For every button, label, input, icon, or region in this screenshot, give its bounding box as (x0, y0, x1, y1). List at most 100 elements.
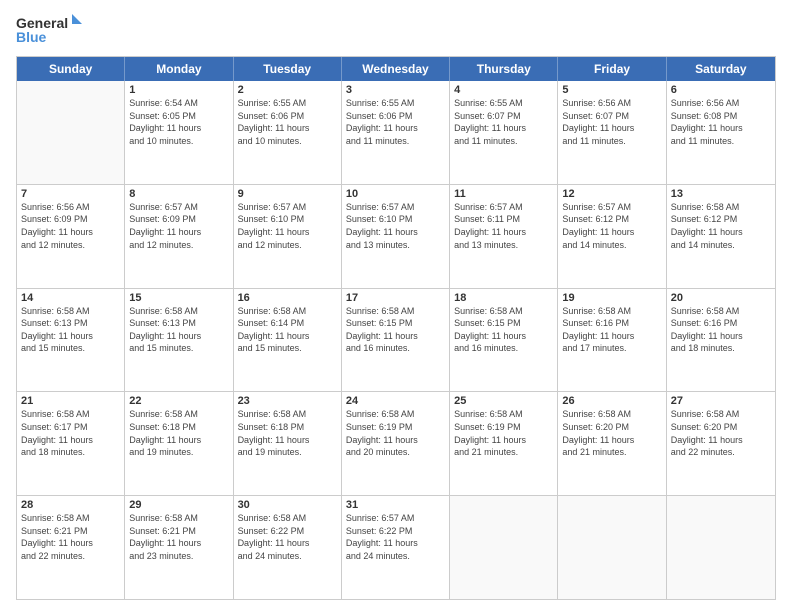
cell-info-line: Sunset: 6:12 PM (562, 213, 661, 226)
cell-info-line: Sunrise: 6:54 AM (129, 97, 228, 110)
cell-info-line: Daylight: 11 hours (21, 330, 120, 343)
day-number: 23 (238, 395, 337, 407)
calendar-cell: 28Sunrise: 6:58 AMSunset: 6:21 PMDayligh… (17, 496, 125, 599)
cell-info-line: and 22 minutes. (671, 446, 771, 459)
cell-info-line: Sunset: 6:21 PM (129, 525, 228, 538)
day-number: 10 (346, 188, 445, 200)
calendar-cell: 27Sunrise: 6:58 AMSunset: 6:20 PMDayligh… (667, 392, 775, 495)
calendar-cell: 12Sunrise: 6:57 AMSunset: 6:12 PMDayligh… (558, 185, 666, 288)
cell-info-line: Sunset: 6:18 PM (238, 421, 337, 434)
cell-info-line: Sunset: 6:19 PM (346, 421, 445, 434)
cell-info-line: Sunset: 6:15 PM (454, 317, 553, 330)
cell-info-line: Sunrise: 6:57 AM (129, 201, 228, 214)
calendar-cell: 29Sunrise: 6:58 AMSunset: 6:21 PMDayligh… (125, 496, 233, 599)
calendar-cell: 25Sunrise: 6:58 AMSunset: 6:19 PMDayligh… (450, 392, 558, 495)
cell-info-line: Sunrise: 6:55 AM (454, 97, 553, 110)
calendar-cell (558, 496, 666, 599)
calendar-cell (667, 496, 775, 599)
day-number: 22 (129, 395, 228, 407)
day-number: 12 (562, 188, 661, 200)
cell-info-line: Daylight: 11 hours (671, 226, 771, 239)
cell-info-line: Sunrise: 6:55 AM (238, 97, 337, 110)
cell-info-line: and 11 minutes. (346, 135, 445, 148)
cell-info-line: and 12 minutes. (129, 239, 228, 252)
day-number: 14 (21, 292, 120, 304)
calendar-cell: 23Sunrise: 6:58 AMSunset: 6:18 PMDayligh… (234, 392, 342, 495)
day-number: 27 (671, 395, 771, 407)
cell-info-line: Sunset: 6:17 PM (21, 421, 120, 434)
day-number: 6 (671, 84, 771, 96)
cell-info-line: and 13 minutes. (346, 239, 445, 252)
cell-info-line: Daylight: 11 hours (562, 330, 661, 343)
cell-info-line: Sunrise: 6:58 AM (21, 305, 120, 318)
header-day-sunday: Sunday (17, 57, 125, 81)
cell-info-line: Daylight: 11 hours (562, 434, 661, 447)
calendar-row-4: 21 Sunrise: 6:58 AM Sunset: 6:17 PM Dayligh… (17, 392, 775, 496)
cell-info-line: Daylight: 11 hours (671, 434, 771, 447)
cell-info-line: Daylight: 11 hours (238, 330, 337, 343)
day-number: 21 (21, 395, 120, 407)
cell-info-line: and 13 minutes. (454, 239, 553, 252)
cell-info-line: and 11 minutes. (562, 135, 661, 148)
cell-info-line: Sunset: 6:10 PM (346, 213, 445, 226)
cell-info-line: Sunrise: 6:57 AM (562, 201, 661, 214)
cell-info-line: Daylight: 11 hours (562, 226, 661, 239)
cell-info-line: and 21 minutes. (454, 446, 553, 459)
day-number: 9 (238, 188, 337, 200)
cell-info-line: Sunset: 6:18 PM (129, 421, 228, 434)
cell-info-line: and 21 minutes. (562, 446, 661, 459)
day-number: 24 (346, 395, 445, 407)
calendar-cell: 10Sunrise: 6:57 AMSunset: 6:10 PMDayligh… (342, 185, 450, 288)
cell-info-line: Daylight: 11 hours (129, 434, 228, 447)
cell-info-line: Sunset: 6:15 PM (346, 317, 445, 330)
cell-info-line: Sunrise: 6:58 AM (21, 512, 120, 525)
cell-info-line: Sunrise: 6:58 AM (454, 408, 553, 421)
cell-info-line: Daylight: 11 hours (21, 537, 120, 550)
calendar-row-2: 7Sunrise: 6:56 AMSunset: 6:09 PMDaylight… (17, 185, 775, 289)
cell-info-line: Sunrise: 6:58 AM (562, 305, 661, 318)
cell-info-line: Sunset: 6:16 PM (562, 317, 661, 330)
cell-info-line: Sunrise: 6:58 AM (671, 201, 771, 214)
cell-info-line: and 15 minutes. (129, 342, 228, 355)
cell-info-line: Daylight: 11 hours (238, 434, 337, 447)
cell-info-line: Sunrise: 6:58 AM (129, 408, 228, 421)
cell-info-line: Sunrise: 6:58 AM (562, 408, 661, 421)
cell-info-line: Daylight: 11 hours (454, 330, 553, 343)
cell-info-line: and 14 minutes. (562, 239, 661, 252)
cell-info-line: and 24 minutes. (238, 550, 337, 563)
day-number: 2 (238, 84, 337, 96)
cell-info-line: Sunrise: 6:56 AM (562, 97, 661, 110)
day-number: 13 (671, 188, 771, 200)
cell-info-line: Sunset: 6:07 PM (562, 110, 661, 123)
cell-info-line: Sunrise: 6:58 AM (346, 305, 445, 318)
calendar-cell: 9Sunrise: 6:57 AMSunset: 6:10 PMDaylight… (234, 185, 342, 288)
day-number: 8 (129, 188, 228, 200)
cell-info-line: Sunset: 6:16 PM (671, 317, 771, 330)
cell-info-line: Sunset: 6:14 PM (238, 317, 337, 330)
header-day-wednesday: Wednesday (342, 57, 450, 81)
calendar-row-1: 1Sunrise: 6:54 AMSunset: 6:05 PMDaylight… (17, 81, 775, 185)
calendar-body: 1Sunrise: 6:54 AMSunset: 6:05 PMDaylight… (17, 81, 775, 599)
calendar-cell: 20Sunrise: 6:58 AMSunset: 6:16 PMDayligh… (667, 289, 775, 392)
cell-info-line: Sunset: 6:09 PM (21, 213, 120, 226)
cell-info-line: Daylight: 11 hours (238, 122, 337, 135)
calendar-cell (450, 496, 558, 599)
cell-info-line: and 11 minutes. (671, 135, 771, 148)
cell-info-line: Sunset: 6:19 PM (454, 421, 553, 434)
svg-text:Blue: Blue (16, 29, 47, 45)
day-number: 20 (671, 292, 771, 304)
calendar-cell: 30Sunrise: 6:58 AMSunset: 6:22 PMDayligh… (234, 496, 342, 599)
cell-info-line: Sunset: 6:09 PM (129, 213, 228, 226)
header-day-tuesday: Tuesday (234, 57, 342, 81)
cell-info-line: and 12 minutes. (238, 239, 337, 252)
cell-info-line: Daylight: 11 hours (129, 226, 228, 239)
day-number: 17 (346, 292, 445, 304)
calendar-cell: 2Sunrise: 6:55 AMSunset: 6:06 PMDaylight… (234, 81, 342, 184)
cell-info-line: Sunrise: 6:58 AM (129, 305, 228, 318)
cell-info-line: Daylight: 11 hours (129, 537, 228, 550)
cell-info-line: Daylight: 11 hours (454, 226, 553, 239)
cell-info-line: and 20 minutes. (346, 446, 445, 459)
cell-info-line: Sunrise: 6:58 AM (238, 408, 337, 421)
cell-info-line: Daylight: 11 hours (671, 122, 771, 135)
calendar-cell: 21Sunrise: 6:58 AMSunset: 6:17 PMDayligh… (17, 392, 125, 495)
